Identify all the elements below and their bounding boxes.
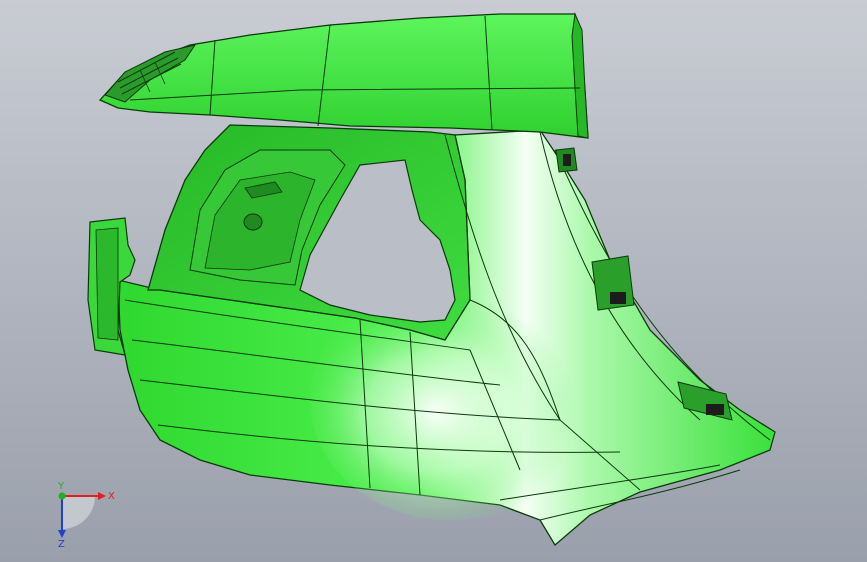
x-axis-arrow xyxy=(98,492,106,500)
z-axis-label: Z xyxy=(58,539,65,548)
coordinate-triad: X Y Z xyxy=(40,478,120,550)
flange-face xyxy=(95,227,119,341)
x-axis-label: X xyxy=(108,491,115,502)
triad-plane-shadow xyxy=(62,496,95,529)
cad-3d-viewport[interactable] xyxy=(0,0,867,562)
bolt-hole xyxy=(243,213,263,231)
triad-graphic: X Y Z xyxy=(57,481,115,550)
z-axis-arrow xyxy=(58,530,66,538)
y-axis-label: Y xyxy=(57,481,65,492)
y-axis-dot xyxy=(58,492,66,500)
car-rear-quarter-panel-model[interactable] xyxy=(0,0,867,562)
roof-rail-surface[interactable] xyxy=(98,13,589,139)
